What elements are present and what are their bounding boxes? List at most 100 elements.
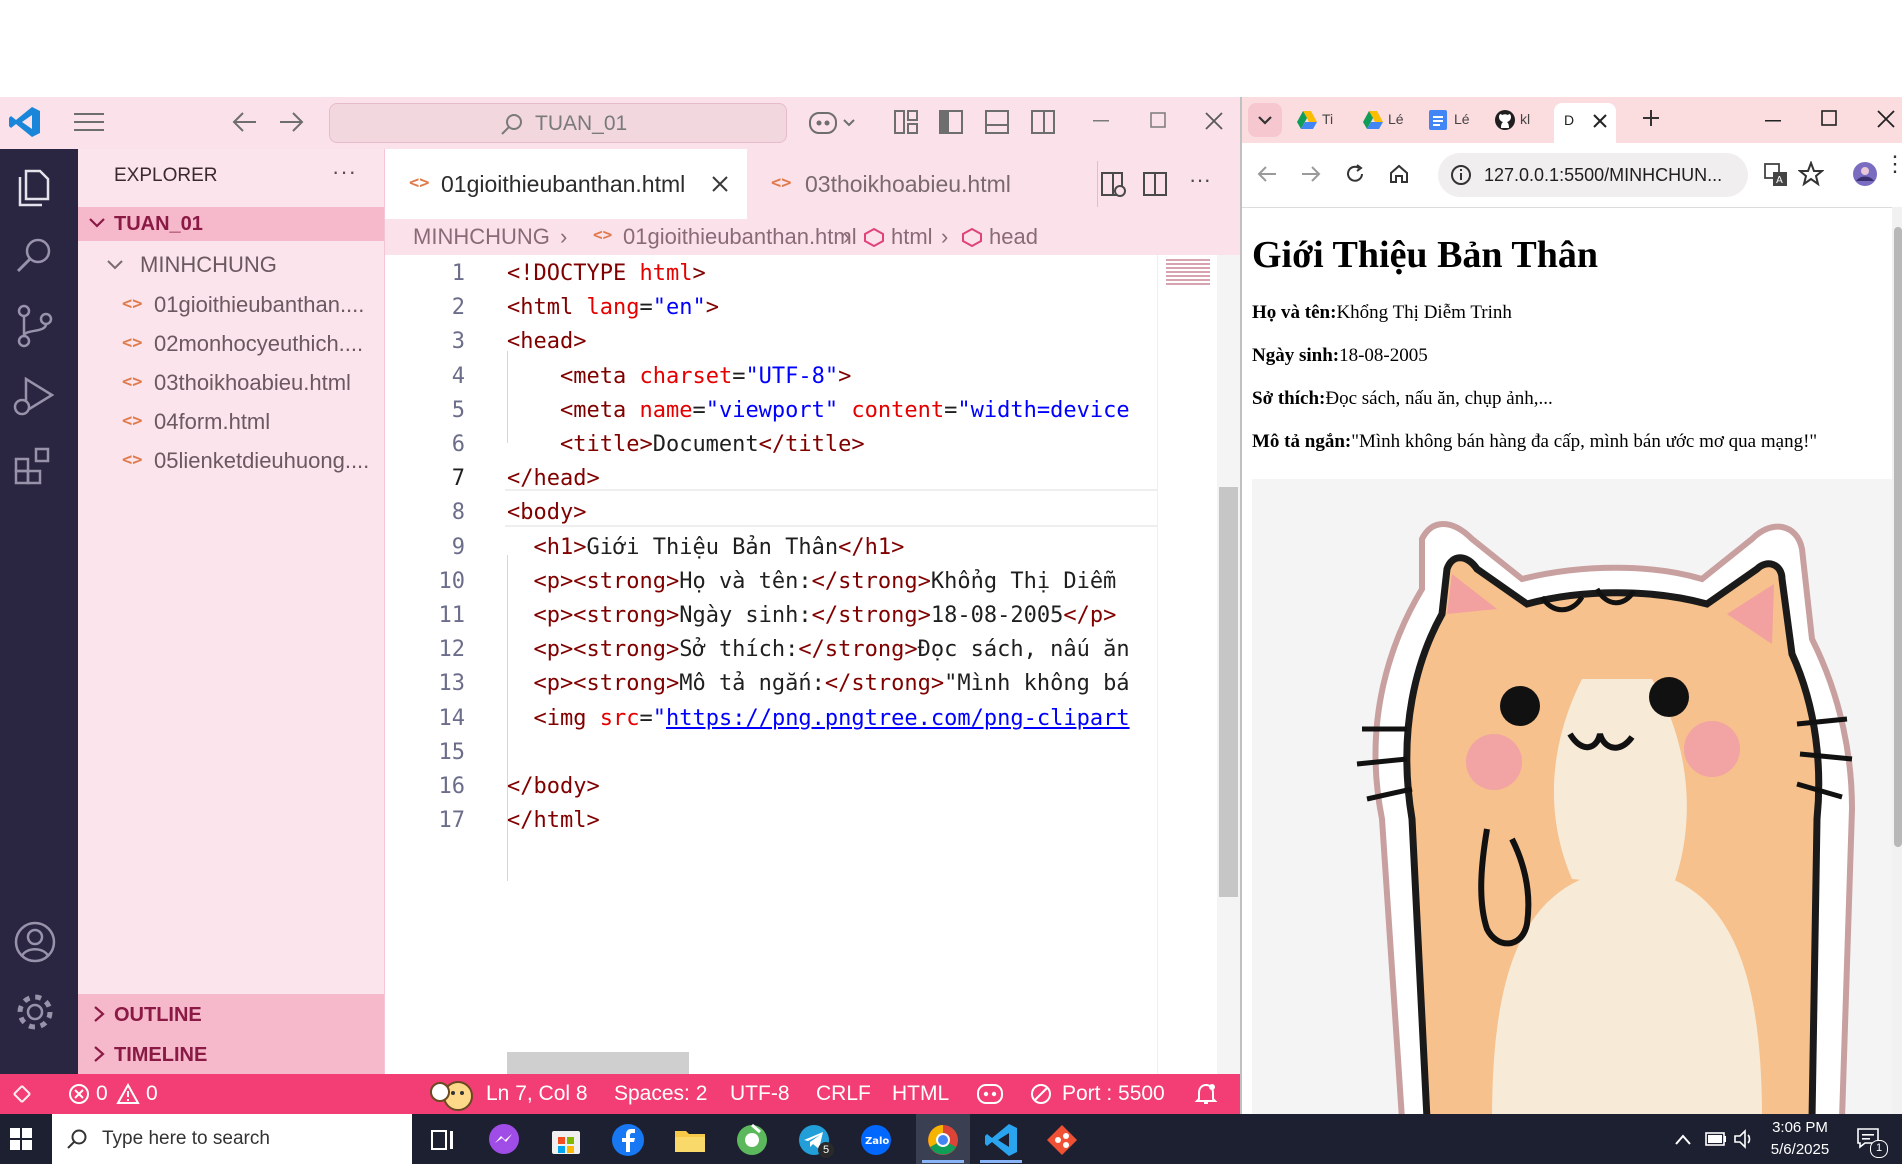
browser-tab-active[interactable]: D xyxy=(1554,103,1616,143)
breadcrumb-head[interactable]: head xyxy=(989,224,1038,250)
vscode-taskbar[interactable] xyxy=(974,1114,1028,1164)
code-line[interactable]: 5 <meta name="viewport" content="width=d… xyxy=(385,396,1157,430)
code-line[interactable]: 17 </html> xyxy=(385,806,1157,840)
show-hidden-icons-icon[interactable] xyxy=(1674,1132,1692,1146)
clock-time[interactable]: 3:06 PM xyxy=(1770,1119,1830,1136)
back-arrow-icon[interactable] xyxy=(230,109,258,135)
browser-tab[interactable]: Ti xyxy=(1292,103,1348,137)
code-line[interactable]: 14 <img src="https://png.pngtree.com/png… xyxy=(385,704,1157,738)
close-tab-icon[interactable] xyxy=(711,175,729,193)
tab-search-button[interactable] xyxy=(1248,103,1282,137)
home-icon[interactable] xyxy=(1388,163,1410,185)
horizontal-scrollbar-thumb[interactable] xyxy=(507,1052,689,1074)
tab-01gioithieubanthan[interactable]: <> 01gioithieubanthan.html xyxy=(385,149,747,219)
language-mode[interactable]: HTML xyxy=(892,1082,949,1106)
live-server-port[interactable]: Port : 5500 xyxy=(1062,1082,1165,1106)
code-line[interactable]: 12 <p><strong>Sở thích:</strong>Đọc sách… xyxy=(385,635,1157,669)
chrome-menu-icon[interactable]: ⋮ xyxy=(1884,153,1902,175)
notifications-bell-icon[interactable] xyxy=(1194,1082,1218,1106)
taskbar-search-box[interactable]: Type here to search xyxy=(52,1114,412,1164)
run-debug-icon[interactable] xyxy=(12,373,58,419)
page-scrollbar-thumb[interactable] xyxy=(1894,227,1902,847)
code-line[interactable]: 6 <title>Document</title> xyxy=(385,430,1157,464)
profile-avatar[interactable] xyxy=(1852,161,1878,187)
site-info-icon[interactable] xyxy=(1450,164,1472,186)
new-tab-icon[interactable] xyxy=(1640,107,1662,129)
battery-icon[interactable] xyxy=(1704,1130,1728,1148)
vertical-scrollbar[interactable] xyxy=(1217,255,1240,1074)
browser-tab[interactable]: kl xyxy=(1490,103,1546,137)
file-item[interactable]: <> 04form.html xyxy=(78,402,384,440)
code-line[interactable]: 1 <!DOCTYPE html> xyxy=(385,259,1157,293)
file-explorer-icon[interactable] xyxy=(672,1122,708,1158)
git-tool-icon[interactable] xyxy=(1044,1122,1080,1158)
cursor-position[interactable]: Ln 7, Col 8 xyxy=(486,1082,588,1106)
code-line[interactable]: 2 <html lang="en"> xyxy=(385,293,1157,327)
toggle-secondary-sidebar-icon[interactable] xyxy=(1030,109,1056,135)
file-item[interactable]: <> 03thoikhoabieu.html xyxy=(78,363,384,401)
file-item[interactable]: <> 02monhocyeuthich.... xyxy=(78,324,384,362)
error-icon[interactable] xyxy=(68,1083,90,1105)
code-line[interactable]: 16 </body> xyxy=(385,772,1157,806)
editor-more-icon[interactable]: ··· xyxy=(1189,167,1211,193)
bookmark-star-icon[interactable] xyxy=(1798,161,1824,187)
windows-start-icon[interactable] xyxy=(10,1128,32,1150)
breadcrumb-html[interactable]: html xyxy=(891,224,933,250)
close-window-icon[interactable] xyxy=(1204,111,1224,131)
toggle-primary-sidebar-icon[interactable] xyxy=(938,109,964,135)
encoding[interactable]: UTF-8 xyxy=(730,1082,790,1106)
open-preview-icon[interactable] xyxy=(1100,171,1128,199)
facebook-icon[interactable] xyxy=(610,1122,646,1158)
address-bar[interactable]: 127.0.0.1:5500/MINHCHUN... xyxy=(1438,153,1748,197)
minimap[interactable] xyxy=(1157,255,1218,1074)
settings-gear-icon[interactable] xyxy=(12,989,58,1035)
customize-layout-icon[interactable] xyxy=(893,109,919,135)
accounts-icon[interactable] xyxy=(12,919,58,965)
maximize-icon[interactable] xyxy=(1820,109,1838,127)
task-view-icon[interactable] xyxy=(424,1122,460,1158)
timeline-section[interactable]: TIMELINE xyxy=(78,1034,384,1074)
code-line[interactable]: 13 <p><strong>Mô tả ngắn:</strong>"Mình … xyxy=(385,669,1157,703)
remote-icon[interactable] xyxy=(10,1082,34,1106)
menu-icon[interactable] xyxy=(74,110,104,134)
code-line[interactable]: 9 <h1>Giới Thiệu Bản Thân</h1> xyxy=(385,533,1157,567)
source-control-icon[interactable] xyxy=(12,303,58,349)
code-line[interactable]: 3 <head> xyxy=(385,327,1157,361)
command-center-search[interactable]: TUAN_01 xyxy=(329,103,787,143)
minimize-icon[interactable] xyxy=(1764,111,1782,129)
volume-icon[interactable] xyxy=(1732,1128,1756,1150)
line-endings[interactable]: CRLF xyxy=(816,1082,871,1106)
copilot-icon[interactable] xyxy=(808,109,860,137)
chrome-taskbar-active[interactable] xyxy=(916,1114,970,1164)
microsoft-store-icon[interactable] xyxy=(548,1122,584,1158)
folder-row[interactable]: MINHCHUNG xyxy=(78,245,384,283)
forward-arrow-icon[interactable] xyxy=(1300,163,1322,185)
translate-icon[interactable]: A xyxy=(1764,163,1788,187)
code-line[interactable]: 15 xyxy=(385,738,1157,772)
coccoc-browser-icon[interactable] xyxy=(734,1122,770,1158)
clock-date[interactable]: 5/6/2025 xyxy=(1768,1141,1832,1158)
file-item[interactable]: <> 01gioithieubanthan.... xyxy=(78,285,384,323)
breadcrumb-folder[interactable]: MINHCHUNG xyxy=(413,224,550,250)
close-window-icon[interactable] xyxy=(1876,109,1896,129)
zalo-icon[interactable]: Zalo xyxy=(858,1122,894,1158)
search-icon[interactable] xyxy=(12,233,58,279)
minimize-icon[interactable] xyxy=(1092,111,1110,129)
warning-icon[interactable] xyxy=(116,1083,140,1105)
code-line[interactable]: 8 <body> xyxy=(385,498,1157,532)
file-item[interactable]: <> 05lienketdieuhuong.... xyxy=(78,441,384,479)
back-arrow-icon[interactable] xyxy=(1256,163,1278,185)
explorer-icon[interactable] xyxy=(12,163,58,209)
browser-tab[interactable]: Lé xyxy=(1358,103,1414,137)
code-line[interactable]: 4 <meta charset="UTF-8"> xyxy=(385,362,1157,396)
explorer-more-button[interactable]: ··· xyxy=(332,159,357,185)
code-line[interactable]: 10 <p><strong>Họ và tên:</strong>Khổng T… xyxy=(385,567,1157,601)
scrollbar-thumb[interactable] xyxy=(1219,487,1238,897)
workspace-header[interactable]: TUAN_01 xyxy=(78,207,384,241)
page-scrollbar[interactable] xyxy=(1892,207,1902,1114)
toggle-panel-icon[interactable] xyxy=(984,109,1010,135)
extensions-icon[interactable] xyxy=(12,443,58,489)
maximize-icon[interactable] xyxy=(1149,111,1167,129)
code-editor[interactable]: 1 <!DOCTYPE html> 2 <html lang="en"> 3 <head>… xyxy=(385,259,1157,1074)
code-line[interactable]: 11 <p><strong>Ngày sinh:</strong>18-08-2… xyxy=(385,601,1157,635)
